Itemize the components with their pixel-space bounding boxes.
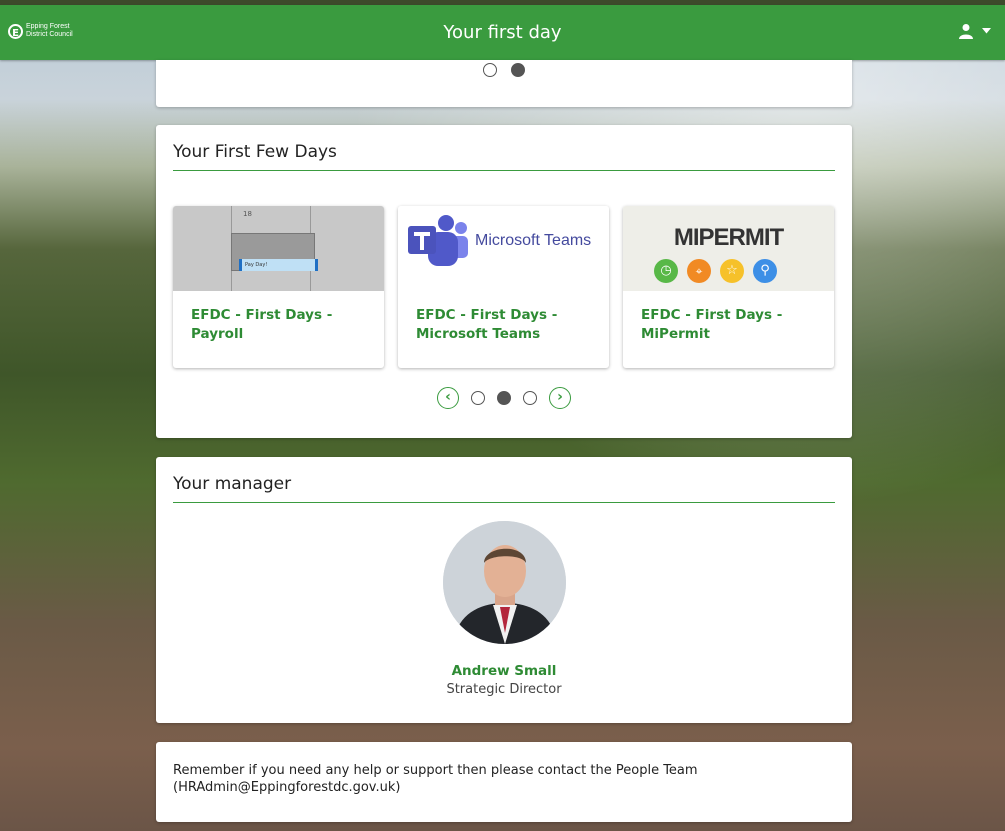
tile-microsoft-teams[interactable]: Microsoft Teams EFDC - First Days - Micr… xyxy=(398,206,609,368)
mipermit-logo-text: MIPERMIT xyxy=(673,224,784,251)
teams-logo-text: Microsoft Teams xyxy=(475,232,592,249)
tile-carousel-controls: ‹ › xyxy=(156,387,852,409)
teams-logo-icon xyxy=(408,215,468,266)
page-title: Your first day xyxy=(443,22,562,43)
app-header: E Epping Forest District Council Your fi… xyxy=(0,5,1005,60)
next-arrow-icon[interactable]: › xyxy=(549,387,571,409)
previous-carousel-card xyxy=(156,60,852,107)
manager-photo xyxy=(443,521,566,644)
section-title: Your manager xyxy=(173,474,835,503)
tile-title: EFDC - First Days - Microsoft Teams xyxy=(416,307,558,342)
carousel-dot-2[interactable] xyxy=(497,391,511,405)
manager-role: Strategic Director xyxy=(446,682,562,697)
user-icon xyxy=(959,24,973,39)
section-title: Your First Few Days xyxy=(173,142,835,171)
manager-avatar xyxy=(443,521,566,644)
location-pin-icon: ⌖ xyxy=(687,259,711,283)
payroll-thumbnail: 18 Pay Day! xyxy=(173,206,384,291)
carousel-dot-1[interactable] xyxy=(471,391,485,405)
carousel-dot-1[interactable] xyxy=(483,63,497,77)
previous-arrow-icon[interactable]: ‹ xyxy=(437,387,459,409)
caret-down-icon xyxy=(982,28,991,34)
payday-label: Pay Day! xyxy=(239,259,318,271)
tile-title: EFDC - First Days - Payroll xyxy=(191,307,333,342)
first-few-days-card: Your First Few Days 18 Pay Day! EFDC - F… xyxy=(156,125,852,438)
clock-icon: ◷ xyxy=(654,259,678,283)
tile-title: EFDC - First Days - MiPermit xyxy=(641,307,783,342)
help-text: Remember if you need any help or support… xyxy=(173,763,698,795)
manager-name[interactable]: Andrew Small xyxy=(156,663,852,679)
tile-mipermit[interactable]: MIPERMIT ◷ ⌖ ☆ ⚲ EFDC - First Days - MiP… xyxy=(623,206,834,368)
carousel-dot-2[interactable] xyxy=(511,63,525,77)
tile-list: 18 Pay Day! EFDC - First Days - Payroll … xyxy=(173,206,834,368)
help-card: Remember if you need any help or support… xyxy=(156,742,852,822)
search-icon: ⚲ xyxy=(753,259,777,283)
user-menu-button[interactable] xyxy=(958,23,991,39)
carousel-indicators xyxy=(156,60,852,77)
manager-card: Your manager Andrew Small Strategic Dire… xyxy=(156,457,852,723)
mipermit-thumbnail: MIPERMIT ◷ ⌖ ☆ ⚲ xyxy=(623,206,834,291)
star-icon: ☆ xyxy=(720,259,744,283)
calendar-number: 18 xyxy=(243,210,252,218)
teams-thumbnail: Microsoft Teams xyxy=(398,206,609,291)
tile-payroll[interactable]: 18 Pay Day! EFDC - First Days - Payroll xyxy=(173,206,384,368)
carousel-dot-3[interactable] xyxy=(523,391,537,405)
